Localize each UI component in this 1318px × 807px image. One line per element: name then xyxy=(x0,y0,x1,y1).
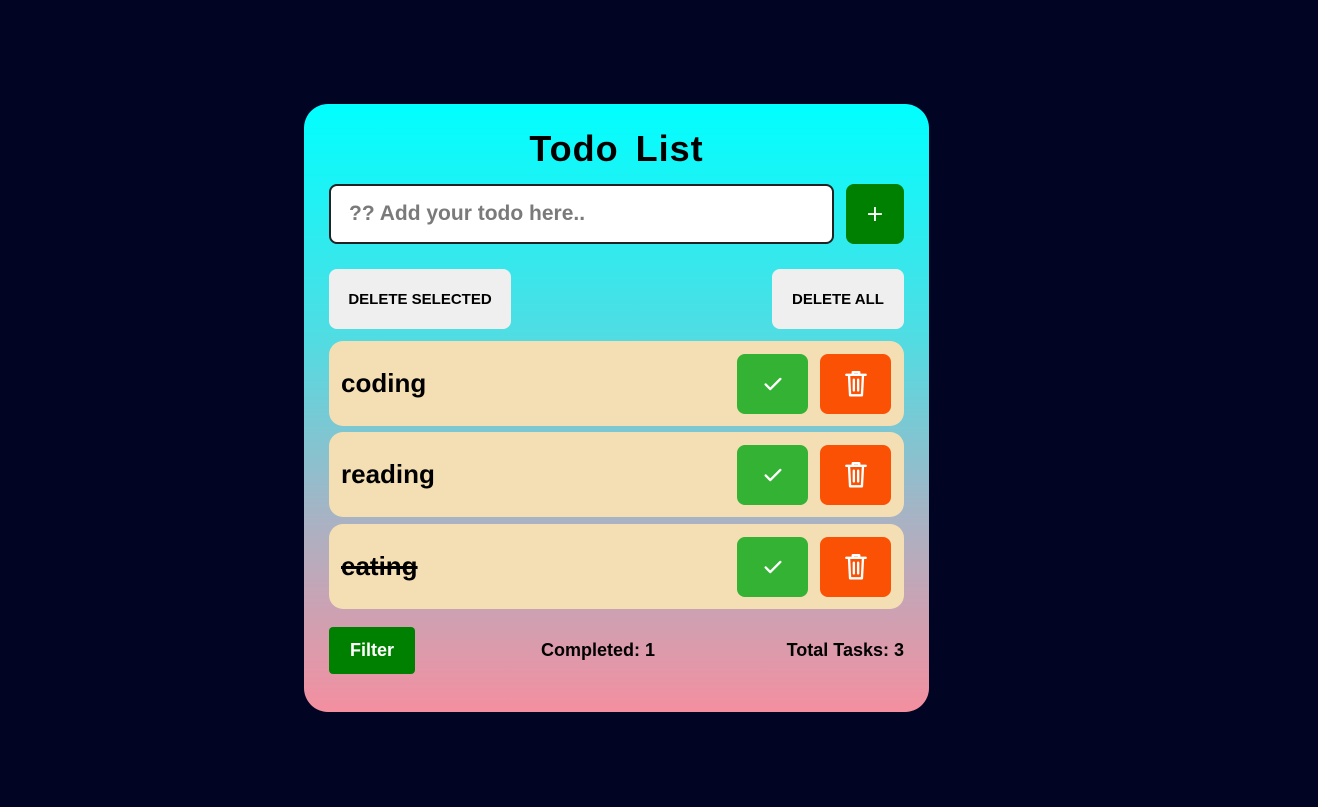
total-tasks-count: Total Tasks: 3 xyxy=(786,640,904,660)
todo-item: eating xyxy=(329,524,904,609)
filter-button[interactable]: Filter xyxy=(329,627,415,674)
check-icon xyxy=(763,377,782,391)
complete-button[interactable] xyxy=(737,445,808,505)
todo-text: coding xyxy=(341,368,427,398)
page-title: Todo List xyxy=(529,128,704,169)
todo-item: reading xyxy=(329,432,904,517)
check-icon xyxy=(763,560,782,574)
todo-input[interactable] xyxy=(329,184,834,244)
trash-icon xyxy=(844,553,867,580)
todo-card: Todo List + DELETE SELECTED DELETE ALL c… xyxy=(304,104,929,712)
complete-button[interactable] xyxy=(737,537,808,597)
trash-icon xyxy=(844,461,867,488)
todo-item: coding xyxy=(329,341,904,426)
delete-button[interactable] xyxy=(820,537,891,597)
complete-button[interactable] xyxy=(737,354,808,414)
trash-icon xyxy=(844,370,867,397)
delete-selected-button[interactable]: DELETE SELECTED xyxy=(329,269,511,329)
delete-button[interactable] xyxy=(820,354,891,414)
add-todo-button[interactable]: + xyxy=(846,184,904,244)
todo-text: reading xyxy=(341,459,435,489)
todo-text-completed: eating xyxy=(341,551,418,581)
completed-count: Completed: 1 xyxy=(541,640,656,660)
check-icon xyxy=(763,468,782,482)
delete-all-button[interactable]: DELETE ALL xyxy=(772,269,904,329)
delete-button[interactable] xyxy=(820,445,891,505)
